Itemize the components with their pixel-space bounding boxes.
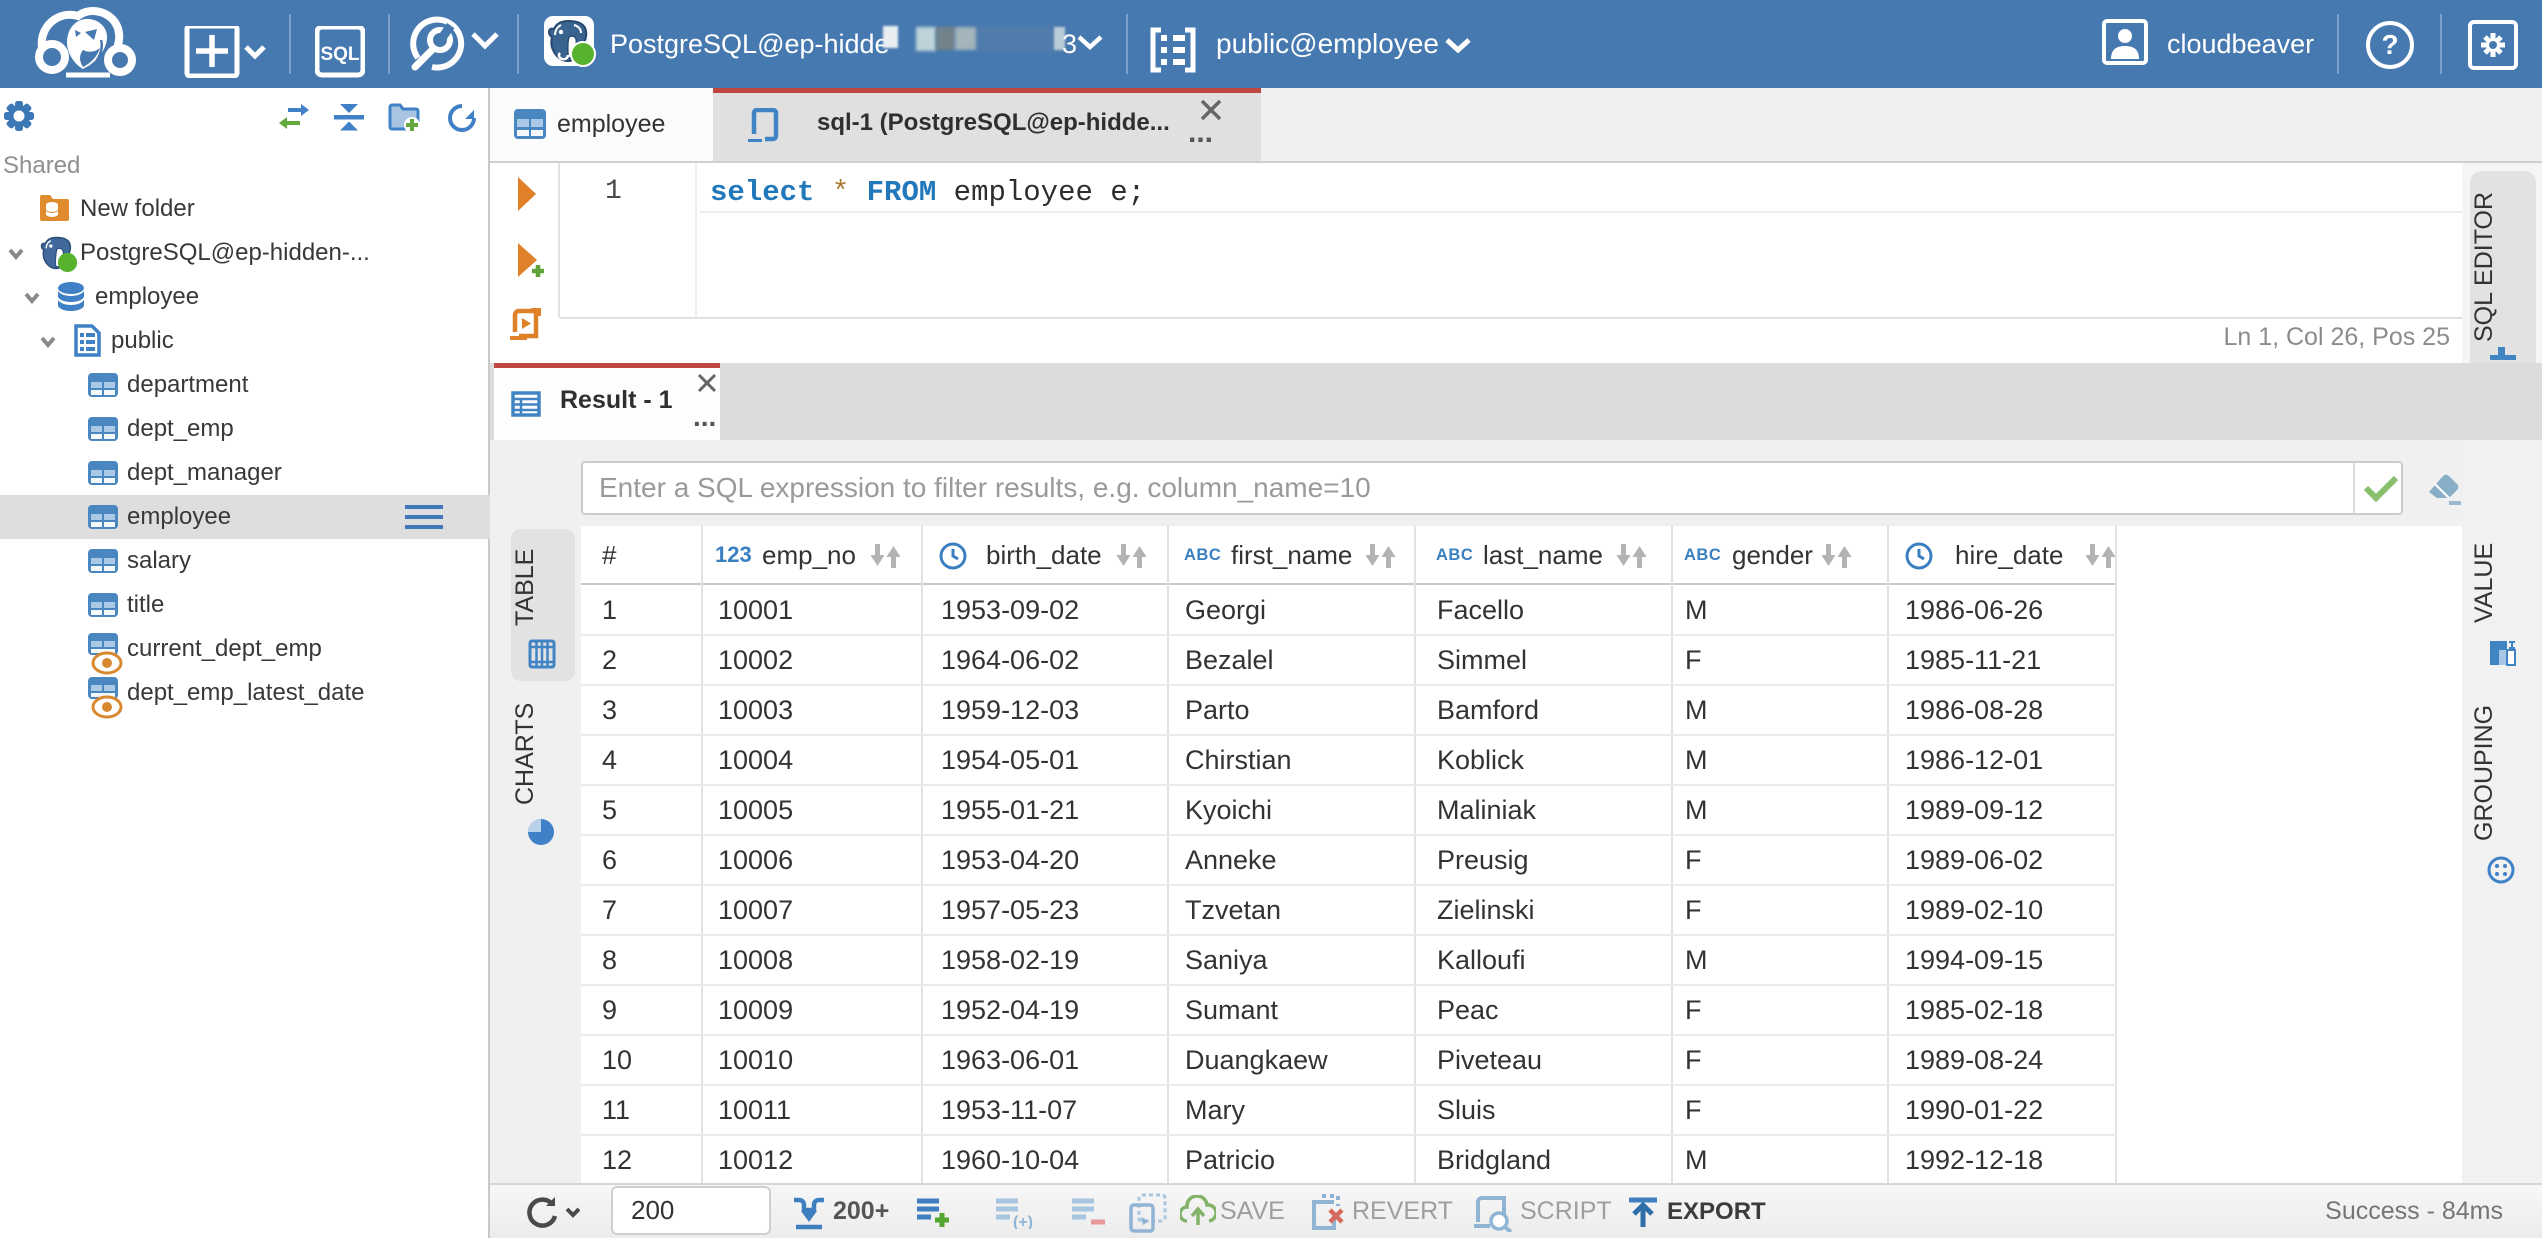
svg-text:SQL: SQL — [320, 44, 359, 65]
svg-text:?: ? — [2381, 29, 2398, 60]
svg-text:(+): (+) — [1013, 1214, 1033, 1229]
